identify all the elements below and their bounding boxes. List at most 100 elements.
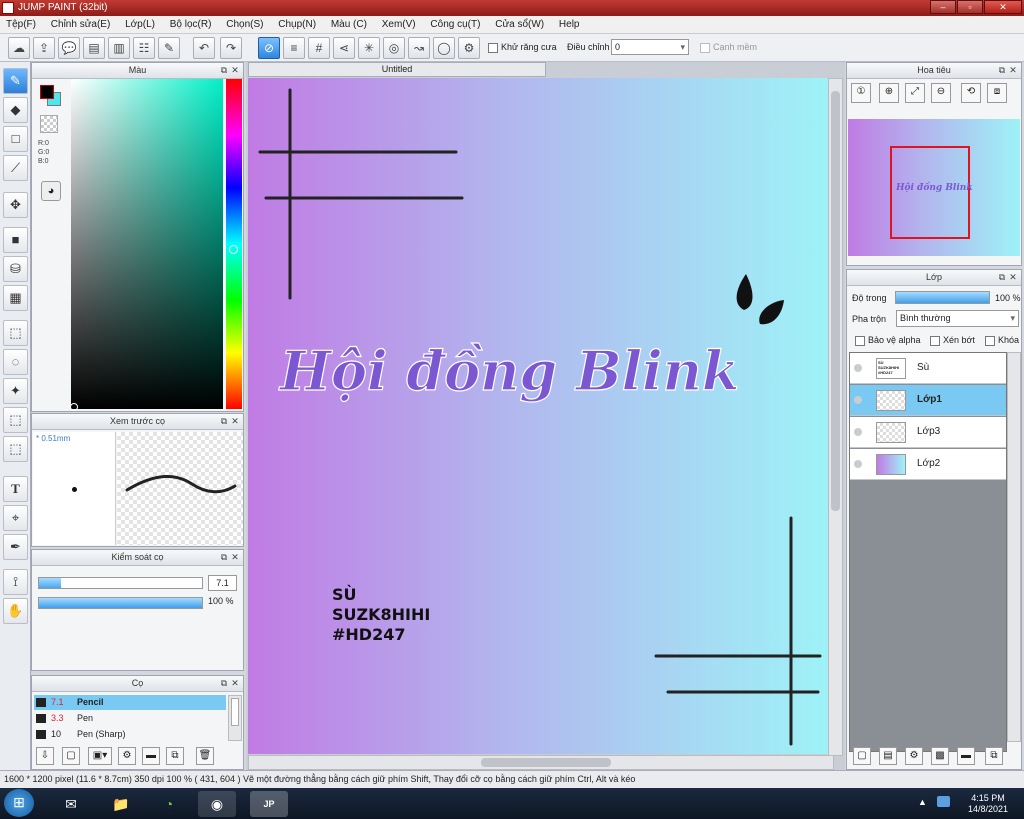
navigator-preview[interactable]: Hội đồng Blink: [848, 119, 1020, 256]
brush-list-scrollbar[interactable]: [228, 695, 242, 741]
list-icon[interactable]: ☷: [133, 37, 155, 59]
move-tool-icon[interactable]: ✥: [3, 192, 28, 218]
zoom-in-icon[interactable]: ⊕: [879, 83, 899, 103]
perspective-icon[interactable]: ⋖: [333, 37, 355, 59]
select-pen-icon[interactable]: ⬚: [3, 407, 28, 433]
line-tool-icon[interactable]: ⟋: [3, 155, 28, 181]
canvas-horizontal-scrollbar[interactable]: [248, 755, 834, 770]
menu-window[interactable]: Cửa sổ(W): [489, 16, 550, 34]
popout-icon[interactable]: ⧉: [997, 272, 1007, 282]
bucket-tool-icon[interactable]: ⛁: [3, 256, 28, 282]
jump-paint-taskbar-icon[interactable]: JP: [250, 791, 288, 817]
canvas-vertical-scrollbar[interactable]: [828, 78, 843, 756]
tray-app-icon[interactable]: [937, 796, 950, 807]
popout-icon[interactable]: ⧉: [219, 416, 229, 426]
brush-folder-icon[interactable]: ▬: [142, 747, 160, 765]
fit-screen-icon[interactable]: ⤢: [905, 83, 925, 103]
curve-ruler-icon[interactable]: ↝: [408, 37, 430, 59]
ruler-settings-icon[interactable]: ⚙: [458, 37, 480, 59]
new-layer-icon[interactable]: ▢: [853, 747, 871, 765]
brush-item-pen[interactable]: 3.3 Pen: [34, 711, 226, 726]
select-eraser-icon[interactable]: ⬚: [3, 436, 28, 462]
brush-opacity-slider[interactable]: [38, 597, 203, 609]
system-clock[interactable]: 4:15 PM 14/8/2021: [958, 793, 1018, 815]
text-tool-icon[interactable]: T: [3, 476, 28, 502]
layer-item-lop3[interactable]: Lớp3: [850, 417, 1006, 448]
scroll-thumb[interactable]: [231, 698, 239, 726]
popout-icon[interactable]: ⧉: [997, 65, 1007, 75]
visibility-icon[interactable]: [854, 460, 862, 468]
menu-color[interactable]: Màu (C): [325, 16, 373, 34]
close-icon[interactable]: ✕: [1008, 65, 1018, 75]
transparent-color[interactable]: [40, 115, 58, 133]
magic-wand-icon[interactable]: ✦: [3, 378, 28, 404]
flip-icon[interactable]: ⧈: [987, 83, 1007, 103]
transform-tool-icon[interactable]: ⌖: [3, 505, 28, 531]
minimize-button[interactable]: –: [930, 0, 956, 14]
radial-ruler-icon[interactable]: ✳: [358, 37, 380, 59]
redo-icon[interactable]: ↷: [220, 37, 242, 59]
file-explorer-icon[interactable]: 📁: [102, 791, 140, 817]
edit-page-icon[interactable]: ✎: [158, 37, 180, 59]
duplicate-layer-icon[interactable]: ⧉: [985, 747, 1003, 765]
page-icon[interactable]: ▥: [108, 37, 130, 59]
comment-icon[interactable]: 💬: [58, 37, 80, 59]
hue-slider[interactable]: [226, 79, 242, 409]
rect-select-icon[interactable]: ⬚: [3, 320, 28, 346]
menu-edit[interactable]: Chỉnh sửa(E): [45, 16, 117, 34]
snap-off-icon[interactable]: ⊘: [258, 37, 280, 59]
menu-filter[interactable]: Bộ lọc(R): [164, 16, 218, 34]
cloud-icon[interactable]: ☁: [8, 37, 30, 59]
lasso-select-icon[interactable]: ◌: [3, 349, 28, 375]
popout-icon[interactable]: ⧉: [219, 552, 229, 562]
soft-edge-checkbox[interactable]: Cạnh mềm: [700, 42, 757, 53]
undo-icon[interactable]: ↶: [193, 37, 215, 59]
scroll-thumb[interactable]: [831, 91, 840, 511]
eyedropper-icon[interactable]: ⟟: [3, 569, 28, 595]
start-button[interactable]: ⊞: [4, 789, 34, 817]
layer-opacity-slider[interactable]: [895, 291, 990, 304]
zoom-out-icon[interactable]: ⊖: [931, 83, 951, 103]
close-button[interactable]: ✕: [984, 0, 1022, 14]
antialias-checkbox[interactable]: Khử răng cưa: [488, 42, 557, 53]
popout-icon[interactable]: ⧉: [219, 678, 229, 688]
message-icon[interactable]: ▤: [83, 37, 105, 59]
new-layer-alt-icon[interactable]: ▤: [879, 747, 897, 765]
close-icon[interactable]: ✕: [1008, 272, 1018, 282]
maximize-button[interactable]: ▫: [957, 0, 983, 14]
gradient-tool-icon[interactable]: ▦: [3, 285, 28, 311]
visibility-icon[interactable]: [854, 396, 862, 404]
brush-menu-icon[interactable]: ▣▾: [88, 747, 112, 765]
brush-size-value[interactable]: 7.1: [208, 575, 237, 591]
eraser-tool-icon[interactable]: ◆: [3, 97, 28, 123]
rotate-icon[interactable]: ⟲: [961, 83, 981, 103]
layer-item-su[interactable]: SÙ SUZK8HIHI #HD247 Sù: [850, 353, 1006, 384]
visibility-icon[interactable]: [854, 428, 862, 436]
menu-help[interactable]: Help: [553, 16, 586, 34]
blend-mode-dropdown[interactable]: Bình thường ▾: [896, 310, 1019, 327]
menu-file[interactable]: Tệp(F): [0, 16, 42, 34]
menu-tools[interactable]: Công cụ(T): [424, 16, 486, 34]
brush-delete-icon[interactable]: 🗑: [196, 747, 214, 765]
brush-tool-icon[interactable]: ✎: [3, 68, 28, 94]
dropper-pen-icon[interactable]: ✒: [3, 534, 28, 560]
layer-folder-icon[interactable]: ▬: [957, 747, 975, 765]
layer-list-scrollbar[interactable]: [1007, 352, 1021, 742]
close-icon[interactable]: ✕: [230, 65, 240, 75]
brush-download-icon[interactable]: ⇩: [36, 747, 54, 765]
brush-settings-icon[interactable]: ⚙: [118, 747, 136, 765]
protect-alpha-checkbox[interactable]: Bảo vệ alpha: [855, 335, 921, 346]
layer-item-lop2[interactable]: Lớp2: [850, 449, 1006, 480]
close-icon[interactable]: ✕: [230, 416, 240, 426]
menu-layer[interactable]: Lớp(L): [119, 16, 161, 34]
fill-rect-tool-icon[interactable]: ■: [3, 227, 28, 253]
ellipse-ruler-icon[interactable]: ◯: [433, 37, 455, 59]
new-brush-icon[interactable]: ▢: [62, 747, 80, 765]
layer-settings-icon[interactable]: ⚙: [905, 747, 923, 765]
parallel-ruler-icon[interactable]: ≡: [283, 37, 305, 59]
concentric-ruler-icon[interactable]: ◎: [383, 37, 405, 59]
artboard[interactable]: Hội đồng Blink SÙ SUZK8HIHI #HD247: [248, 78, 828, 754]
chrome-icon[interactable]: ◉: [198, 791, 236, 817]
grid-ruler-icon[interactable]: #: [308, 37, 330, 59]
zoom-actual-icon[interactable]: ①: [851, 83, 871, 103]
